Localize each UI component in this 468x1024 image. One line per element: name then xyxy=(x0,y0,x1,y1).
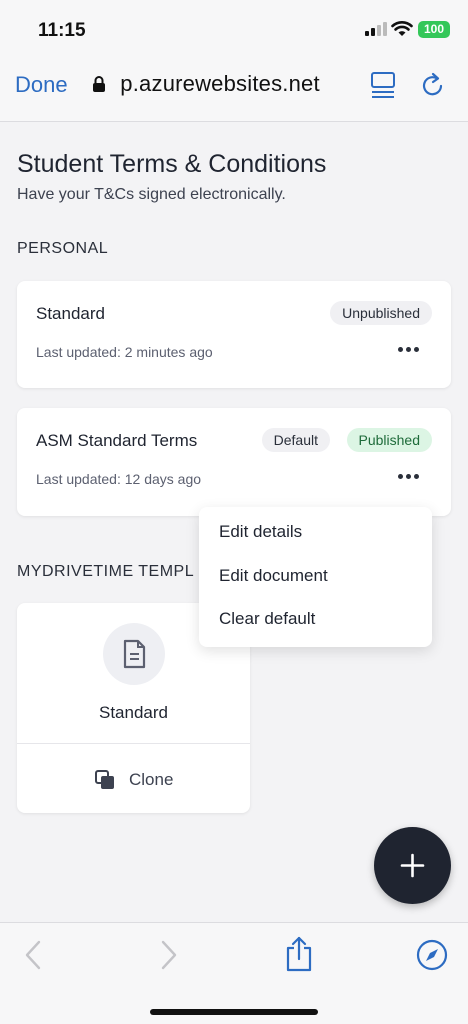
wifi-icon xyxy=(391,21,413,36)
add-button[interactable] xyxy=(374,827,451,904)
share-icon[interactable] xyxy=(283,935,315,973)
more-icon[interactable] xyxy=(398,472,420,480)
terms-card[interactable]: Standard Unpublished Last updated: 2 min… xyxy=(17,281,451,388)
page-subtitle: Have your T&Cs signed electronically. xyxy=(17,186,286,203)
card-title: Standard xyxy=(36,304,105,323)
card-updated: Last updated: 2 minutes ago xyxy=(36,344,213,360)
more-icon[interactable] xyxy=(398,345,420,353)
card-title: ASM Standard Terms xyxy=(36,431,198,450)
browser-toolbar: Done p.azurewebsites.net xyxy=(0,56,468,122)
url-text: p.azurewebsites.net xyxy=(114,71,320,96)
reader-icon[interactable] xyxy=(370,70,396,100)
reload-icon[interactable] xyxy=(420,70,446,100)
address-bar[interactable]: p.azurewebsites.net xyxy=(92,71,320,97)
clone-button[interactable]: Clone xyxy=(17,744,250,813)
plus-icon xyxy=(400,853,425,878)
forward-icon[interactable] xyxy=(152,939,184,971)
compass-icon[interactable] xyxy=(416,939,448,971)
page-title: Student Terms & Conditions xyxy=(17,150,327,178)
lock-icon xyxy=(93,76,105,92)
status-badge: Unpublished xyxy=(330,301,432,325)
terms-card[interactable]: ASM Standard Terms Default Published Las… xyxy=(17,408,451,516)
browser-bottom-bar xyxy=(0,922,468,1024)
clone-icon xyxy=(95,770,114,789)
status-bar: 11:15 100 xyxy=(0,0,468,56)
status-badge: Published xyxy=(346,428,432,452)
battery-indicator: 100 xyxy=(418,21,450,38)
menu-item-clear-default[interactable]: Clear default xyxy=(219,609,315,629)
done-button[interactable]: Done xyxy=(15,72,68,98)
default-badge: Default xyxy=(261,428,330,452)
document-icon xyxy=(103,623,165,685)
section-label-mydrivetime: MYDRIVETIME TEMPL xyxy=(17,563,195,580)
status-time: 11:15 xyxy=(38,20,86,41)
clone-label: Clone xyxy=(129,770,174,789)
section-label-personal: PERSONAL xyxy=(17,240,109,257)
menu-item-edit-details[interactable]: Edit details xyxy=(219,522,302,542)
menu-item-edit-document[interactable]: Edit document xyxy=(219,566,328,586)
template-title: Standard xyxy=(99,703,168,722)
signal-icon xyxy=(365,22,387,36)
card-updated: Last updated: 12 days ago xyxy=(36,471,202,487)
actions-menu: Edit details Edit document Clear default xyxy=(199,507,432,647)
back-icon[interactable] xyxy=(18,939,50,971)
home-indicator xyxy=(150,1009,318,1015)
